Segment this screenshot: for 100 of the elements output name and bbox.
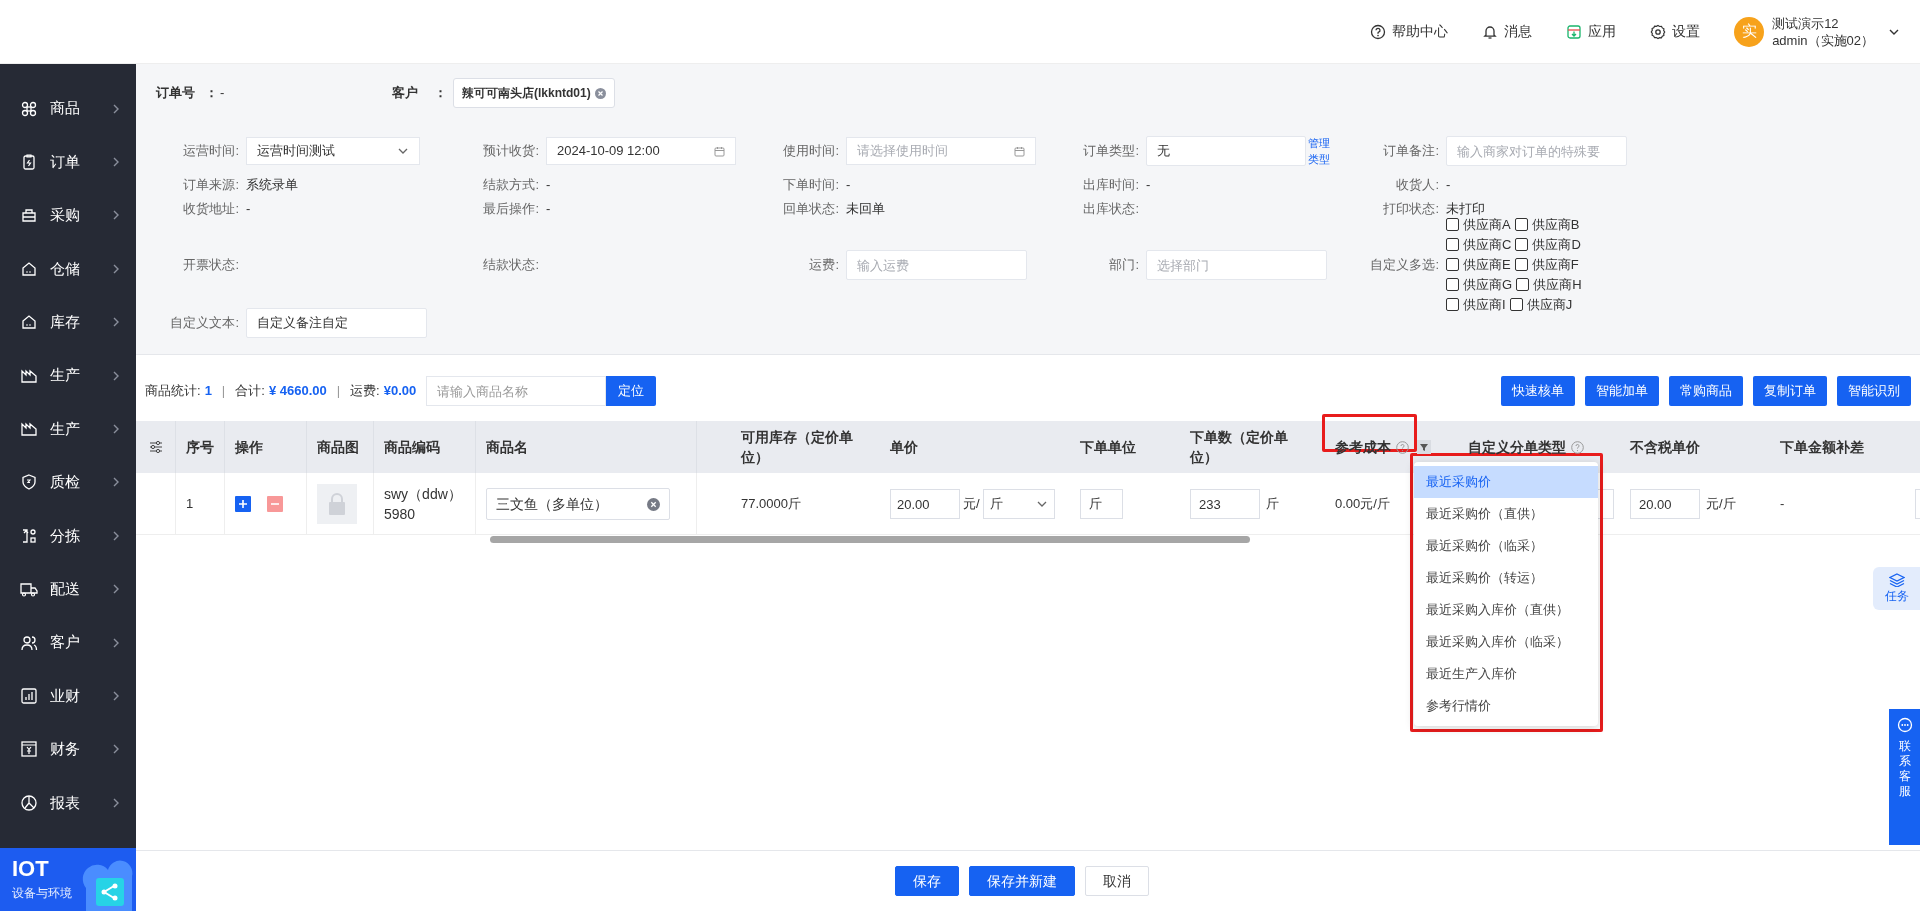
clear-icon[interactable] [647,497,660,511]
order-number-label: 订单号 [156,84,195,103]
sidebar-item[interactable]: 采购 [0,188,136,243]
dropdown-option[interactable]: 最近采购价 [1414,466,1598,498]
customer-tag[interactable]: 辣可可南头店(lkkntd01) [453,78,615,108]
sliders-icon[interactable] [147,439,164,455]
toolbar-button[interactable]: 智能识别 [1837,376,1911,406]
help-icon[interactable] [1396,440,1409,454]
toolbar-button[interactable]: 复制订单 [1753,376,1827,406]
footer-button[interactable]: 保存并新建 [969,866,1075,896]
chevron-right-icon [112,743,120,756]
header-link[interactable]: 应用 [1566,21,1617,42]
chevron-right-icon [112,796,120,809]
sidebar-item[interactable]: 质检 [0,455,136,510]
dropdown-option[interactable]: 最近采购入库价（直供） [1414,594,1598,626]
chevron-right-icon [112,476,120,489]
date-field[interactable]: 2024-10-09 12:00 [546,137,736,165]
help-icon[interactable] [1571,440,1584,454]
field-value: 未打印 [1446,200,1485,218]
input-field[interactable]: 20.00 [890,489,960,519]
checkbox-option[interactable]: 供应商C [1446,235,1512,255]
field-value: 未回单 [846,200,885,219]
input-field[interactable]: 自定义备注自定 [246,308,427,338]
header-link[interactable]: 设置 [1650,21,1701,42]
checkbox-option[interactable]: 供应商E [1446,255,1511,275]
unit-select[interactable]: 斤 [982,489,1055,519]
pie-chart-icon [20,793,38,812]
layers-icon [1888,572,1905,587]
footer-button[interactable]: 保存 [895,866,959,896]
checkbox-option[interactable]: 供应商B [1514,215,1580,235]
table-cell-text: 1 [186,495,194,514]
sidebar-item[interactable]: 商品 [0,82,136,136]
locate-button[interactable]: 定位 [606,376,657,406]
filter-icon[interactable] [1417,440,1431,454]
sidebar-item[interactable]: 分拣 [0,509,136,563]
bell-icon [1482,23,1499,40]
iot-banner[interactable]: IOT 设备与环境 [0,848,136,911]
scrollbar-thumb[interactable] [490,536,1250,543]
sidebar-item[interactable]: 仓储 [0,242,136,296]
sidebar-item[interactable]: 业财 [0,669,136,723]
checkbox-option[interactable]: 供应商D [1515,235,1581,255]
field-label: 部门: [1108,256,1139,275]
checkbox-option[interactable]: 供应商F [1514,255,1579,275]
field-label: 使用时间: [782,142,839,161]
banner-title: IOT [12,856,49,882]
footer-button[interactable]: 取消 [1085,866,1149,896]
user-role: admin（实施02） [1772,31,1874,49]
toolbar-button[interactable]: 常购商品 [1669,376,1743,406]
input-field[interactable]: 输入商家对订单的特殊要 [1446,136,1627,166]
input-field[interactable]: 选择部门 [1146,250,1327,280]
checkbox-option[interactable]: 供应商A [1446,215,1511,235]
column-header: 商品名 [486,438,528,457]
toolbar-button[interactable]: 智能加单 [1585,376,1659,406]
input-field[interactable]: 无 [1146,136,1306,166]
input-field[interactable]: 20.00 [1630,489,1700,519]
dropdown-option[interactable]: 最近采购价（临采） [1414,530,1598,562]
sidebar-item[interactable]: 报表 [0,776,136,830]
sidebar-item[interactable]: 生产 [0,402,136,456]
search-field[interactable]: 请输入商品名称 [426,376,607,406]
customer-service-button[interactable]: 联系客服 [1889,709,1920,845]
chevron-right-icon [112,529,120,542]
banner-subtitle: 设备与环境 [12,885,72,902]
stat-value: ¥0.00 [383,382,417,401]
dropdown-option[interactable]: 最近生产入库价 [1414,658,1598,690]
input-field[interactable]: 输入运费 [846,250,1027,280]
select-field[interactable]: 运营时间测试 [246,137,420,165]
field-value: 系统录单 [246,176,298,195]
plus-button-icon[interactable] [235,496,251,512]
field-label: 开票状态: [182,256,239,275]
sorting-icon [20,526,38,545]
sidebar-item[interactable]: 订单 [0,135,136,189]
task-button[interactable]: 任务 [1873,567,1920,610]
sidebar-item[interactable]: 客户 [0,615,136,670]
chevron-right-icon [112,262,120,275]
input-field[interactable]: 三文鱼（多单位） [486,488,670,520]
checkbox-option[interactable]: 供应商J [1509,295,1573,315]
sidebar-item[interactable]: 财务 [0,722,136,777]
stat-label: 合计: [235,382,265,401]
clear-icon[interactable] [594,87,606,99]
checkbox-option[interactable]: 供应商I [1446,295,1506,315]
sidebar-item[interactable]: 生产 [0,348,136,403]
header-link[interactable]: 帮助中心 [1370,21,1449,42]
sidebar-item[interactable]: 配送 [0,562,136,616]
dropdown-option[interactable]: 最近采购入库价（临采） [1414,626,1598,658]
column-header: 下单单位 [1080,438,1136,457]
checkbox-option[interactable]: 供应商G [1446,275,1513,295]
input-field[interactable]: 233 [1190,489,1260,519]
sidebar-item[interactable]: 库存 [0,295,136,349]
manage-link[interactable]: 管理类型 [1308,135,1336,167]
bar-chart-icon [20,687,38,705]
separator-text: | [336,382,341,401]
dropdown-option[interactable]: 参考行情价 [1414,690,1598,722]
input-field[interactable]: 斤 [1080,489,1123,519]
column-header: 不含税单价 [1630,438,1700,457]
toolbar-button[interactable]: 快速核单 [1501,376,1575,406]
header-link[interactable]: 消息 [1482,21,1533,42]
checkbox-option[interactable]: 供应商H [1516,275,1582,295]
column-header: 可用库存（定价单位） [741,428,854,467]
dropdown-option[interactable]: 最近采购价（直供） [1414,498,1598,530]
dropdown-option[interactable]: 最近采购价（转运） [1414,562,1598,594]
